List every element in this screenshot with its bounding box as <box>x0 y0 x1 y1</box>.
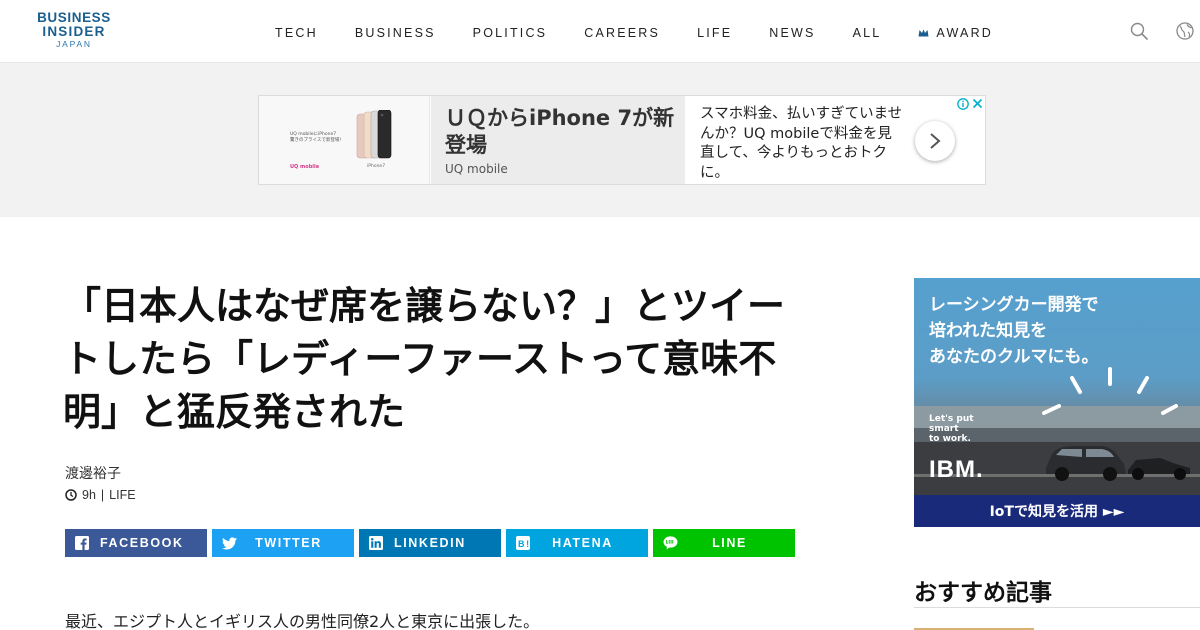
nav-item-life[interactable]: LIFE <box>697 25 732 41</box>
article-author[interactable]: 渡邊裕子 <box>65 463 121 483</box>
nav-item-business[interactable]: BUSINESS <box>355 25 436 41</box>
recommended-divider <box>914 607 1200 608</box>
share-twitter-button[interactable]: TWITTER <box>212 529 354 557</box>
ad-flags <box>956 97 984 110</box>
ad-band: UQ mobileにiPhone7 驚きのプライスで新登場! UQ mobile… <box>0 63 1200 217</box>
article-title: 「日本人はなぜ席を譲らない？」とツイートしたら「レディーファーストって意味不明」… <box>63 284 786 434</box>
main-nav: TECH BUSINESS POLITICS CAREERS LIFE NEWS… <box>275 25 993 41</box>
twitter-icon <box>221 535 237 551</box>
hatena-icon: B! <box>515 535 531 551</box>
iphone-icon <box>356 110 392 159</box>
ad-headline-panel[interactable]: ＵＱからiPhone 7が新登場 UQ mobile <box>431 96 685 184</box>
ad-banner[interactable]: UQ mobileにiPhone7 驚きのプライスで新登場! UQ mobile… <box>258 95 986 185</box>
site-logo[interactable]: BUSINESS INSIDER JAPAN <box>29 11 119 50</box>
site-header: BUSINESS INSIDER JAPAN TECH BUSINESS POL… <box>0 0 1200 63</box>
nav-item-award[interactable]: AWARD <box>918 25 993 41</box>
nav-item-careers[interactable]: CAREERS <box>584 25 660 41</box>
ad-source: UQ mobile <box>445 162 508 176</box>
logo-line-business: BUSINESS <box>37 10 111 25</box>
share-twitter-label: TWITTER <box>255 536 322 550</box>
article-time: 9h <box>82 488 96 502</box>
article-first-paragraph: 最近、エジプト人とイギリス人の男性同僚2人と東京に出張した。 <box>65 612 540 630</box>
sidebar-ad-tagline-1: Let's put <box>929 414 974 424</box>
nav-item-news[interactable]: NEWS <box>769 25 815 41</box>
ad-title[interactable]: ＵＱからiPhone 7が新登場 <box>445 105 675 159</box>
sidebar-ad-copy-line2: 培われた知見を <box>929 321 1048 341</box>
article-category[interactable]: LIFE <box>109 488 135 502</box>
ad-image-text: UQ mobileにiPhone7 驚きのプライスで新登場! <box>290 132 342 143</box>
nav-item-all[interactable]: ALL <box>853 25 882 41</box>
share-hatena-button[interactable]: B! HATENA <box>506 529 648 557</box>
svg-text:B!: B! <box>518 539 530 549</box>
adchoices-icon[interactable] <box>956 97 970 110</box>
share-linkedin-label: LINKEDIN <box>394 536 466 550</box>
share-line-button[interactable]: LINE <box>653 529 795 557</box>
globe-icon[interactable] <box>1176 22 1194 40</box>
ad-image-logo: UQ mobile <box>290 164 320 170</box>
share-facebook-label: FACEBOOK <box>100 536 184 550</box>
sidebar-ad-copy-line3: あなたのクルマにも。 <box>929 347 1099 367</box>
ad-image[interactable]: UQ mobileにiPhone7 驚きのプライスで新登場! UQ mobile… <box>259 96 430 184</box>
sidebar-ad-copy-line1: レーシングカー開発で <box>929 295 1099 315</box>
sidebar-ad-footer[interactable]: IoTで知見を活用 ►► <box>914 495 1200 527</box>
ad-next-button[interactable] <box>915 121 955 161</box>
sidebar-ad-tagline-3: to work. <box>929 434 971 444</box>
article-meta: 9h | LIFE <box>65 488 136 502</box>
share-buttons: FACEBOOK TWITTER LINKEDIN B! HATENA LINE <box>65 529 795 557</box>
sidebar-ad-copy: レーシングカー開発で 培われた知見を あなたのクルマにも。 <box>929 292 1099 370</box>
meta-separator: | <box>100 488 105 502</box>
award-icon <box>918 29 929 37</box>
logo-line-insider: INSIDER <box>42 24 106 39</box>
linkedin-icon <box>368 535 384 551</box>
line-icon <box>662 535 678 551</box>
clock-icon <box>65 489 77 501</box>
sidebar-ad-tagline: Let's put smart to work. <box>929 414 974 444</box>
ibm-logo: IBM. <box>929 456 984 483</box>
sidebar-ad[interactable]: レーシングカー開発で 培われた知見を あなたのクルマにも。 Let's put … <box>914 278 1200 527</box>
ad-image-model: iPhone7 <box>367 164 386 169</box>
nav-item-tech[interactable]: TECH <box>275 25 318 41</box>
chevron-right-icon <box>930 133 941 149</box>
search-icon[interactable] <box>1130 22 1149 41</box>
logo-line-japan: JAPAN <box>56 39 92 49</box>
share-hatena-label: HATENA <box>552 536 613 550</box>
share-facebook-button[interactable]: FACEBOOK <box>65 529 207 557</box>
nav-item-politics[interactable]: POLITICS <box>473 25 548 41</box>
sidebar-ad-tagline-2: smart <box>929 424 959 434</box>
nav-item-award-label: AWARD <box>936 26 994 40</box>
ad-description: スマホ料金、払いすぎていませんか？UQ mobileで料金を見直して、今よりもっ… <box>700 106 903 181</box>
share-line-label: LINE <box>712 536 747 550</box>
ad-close-icon[interactable] <box>970 97 984 110</box>
facebook-icon <box>74 535 90 551</box>
recommended-articles-heading: おすすめ記事 <box>914 580 1052 606</box>
share-linkedin-button[interactable]: LINKEDIN <box>359 529 501 557</box>
